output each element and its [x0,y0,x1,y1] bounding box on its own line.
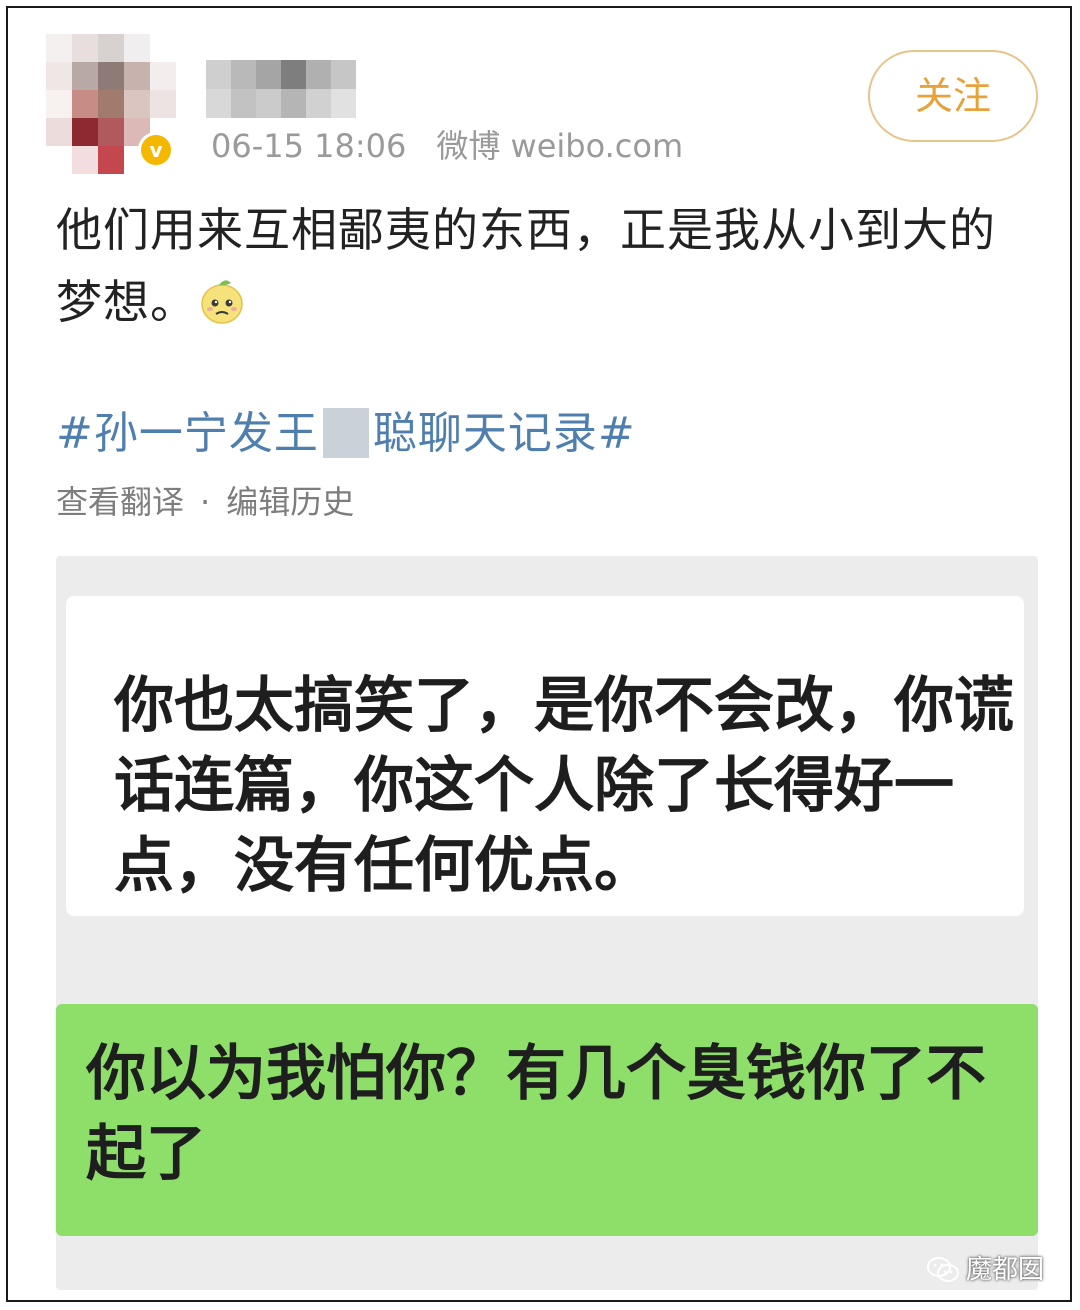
post-meta: 06-15 18:06 微博 weibo.com [211,124,683,168]
hashtag-censor-block [322,408,369,458]
chat-screenshot-image[interactable]: 你也太搞笑了，是你不会改，你谎话连篇，你这个人除了长得好一点，没有任何优点。 你… [56,556,1038,1290]
post-text-line-1: 他们用来互相鄙夷的东西，正是我从小到大的 [56,203,996,257]
received-message-text: 你也太搞笑了，是你不会改，你谎话连篇，你这个人除了长得好一点，没有任何优点。 [114,671,1014,901]
edit-history-link[interactable]: 编辑历史 [226,483,354,521]
username-blurred[interactable] [206,60,356,118]
verified-v-icon: v [138,132,174,168]
hashtag-text-part-2: 聪聊天记录# [372,408,636,459]
post-actions: 查看翻译 · 编辑历史 [56,478,354,526]
wechat-icon [926,1256,960,1284]
post-timestamp: 06-15 18:06 [211,127,407,165]
post-text-line-2: 梦想。 [56,266,1046,338]
post-text-line-2-text: 梦想。 [56,275,197,329]
received-message-bubble: 你也太搞笑了，是你不会改，你谎话连篇，你这个人除了长得好一点，没有任何优点。 [66,596,1024,916]
post-source: 微博 weibo.com [436,127,684,165]
hashtag-text-part-1: #孙一宁发王 [56,408,319,459]
action-separator: · [200,483,211,521]
view-translation-link[interactable]: 查看翻译 [56,483,184,521]
hashtag-link[interactable]: #孙一宁发王 聪聊天记录# [56,402,636,466]
weibo-post-card: v 06-15 18:06 微博 weibo.com 关注 他们用来互相鄙夷的东西… [6,6,1072,1302]
watermark-text: 魔都囡 [966,1255,1045,1285]
sent-message-bubble: 你以为我怕你？有几个臭钱你了不起了 [56,1004,1038,1236]
post-body: 他们用来互相鄙夷的东西，正是我从小到大的 梦想。 [56,194,1046,338]
watermark: 魔都囡 [926,1250,1044,1290]
sent-message-text: 你以为我怕你？有几个臭钱你了不起了 [86,1039,986,1189]
sad-lemon-emoji-icon [197,274,247,324]
follow-button[interactable]: 关注 [868,50,1038,142]
